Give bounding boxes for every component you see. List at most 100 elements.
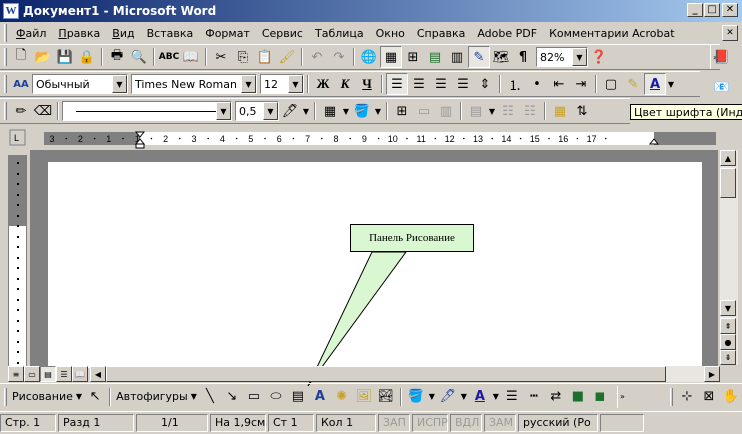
- new-document-icon[interactable]: 🗋: [10, 46, 32, 68]
- chevron-down-icon[interactable]: ▼: [491, 386, 501, 408]
- fill-color-icon[interactable]: 🪣: [405, 386, 427, 408]
- print-icon[interactable]: 🖶: [106, 46, 128, 68]
- oval-icon[interactable]: ⬭: [265, 386, 287, 408]
- horizontal-scroll-track[interactable]: [106, 366, 704, 382]
- redo-icon[interactable]: ↷: [328, 46, 350, 68]
- status-extend[interactable]: ВДЛ: [450, 413, 482, 432]
- copy-icon[interactable]: ⎘: [232, 46, 254, 68]
- align-center-icon[interactable]: ☰: [408, 73, 430, 95]
- menu-grip[interactable]: [4, 24, 7, 42]
- chevron-down-icon[interactable]: ▼: [241, 75, 256, 93]
- pdf-email-icon[interactable]: 📧: [711, 76, 733, 98]
- font-color-icon[interactable]: A: [469, 386, 491, 408]
- hand-tool-icon[interactable]: ✋: [720, 386, 742, 408]
- justify-icon[interactable]: ☰: [452, 73, 474, 95]
- document-map-icon[interactable]: 🗺: [490, 46, 512, 68]
- bold-button[interactable]: Ж: [312, 73, 334, 95]
- status-language[interactable]: русский (Ро: [518, 413, 598, 432]
- align-left-icon[interactable]: ☰: [386, 73, 408, 95]
- draw-table-icon[interactable]: ✏: [10, 100, 32, 122]
- align-right-icon[interactable]: ☰: [430, 73, 452, 95]
- insert-picture-icon[interactable]: 🏞: [375, 386, 397, 408]
- insert-frame-icon[interactable]: ⊹: [676, 386, 698, 408]
- web-layout-icon[interactable]: ▭: [24, 366, 40, 382]
- text-direction-icon[interactable]: ⇅: [571, 100, 593, 122]
- text-box-icon[interactable]: ▤: [287, 386, 309, 408]
- autoformat-icon[interactable]: ▦: [549, 100, 571, 122]
- menu-item[interactable]: Окно: [370, 27, 411, 40]
- toolbar-grip[interactable]: [4, 387, 7, 406]
- font-select[interactable]: Times New Roman ▼: [131, 74, 257, 94]
- draw-menu-button[interactable]: Рисование ▼: [10, 390, 84, 403]
- line-style-icon[interactable]: ☰: [501, 386, 523, 408]
- toolbar-grip[interactable]: [670, 387, 673, 406]
- toolbar-grip[interactable]: [4, 102, 7, 120]
- print-preview-icon[interactable]: 🔍: [128, 46, 150, 68]
- previous-page-icon[interactable]: ⇞: [720, 318, 736, 334]
- status-track-changes[interactable]: ИСПР: [412, 413, 448, 432]
- close-document-button[interactable]: ✕: [722, 25, 738, 41]
- zoom-select[interactable]: 82% ▼: [536, 47, 588, 67]
- delete-frame-icon[interactable]: ⊠: [698, 386, 720, 408]
- menu-item[interactable]: Комментарии Acrobat: [543, 27, 680, 40]
- bullets-icon[interactable]: •: [526, 73, 548, 95]
- shading-color-icon[interactable]: 🪣: [351, 100, 373, 122]
- arrow-style-icon[interactable]: ⇄: [545, 386, 567, 408]
- distribute-columns-icon[interactable]: ☷: [519, 100, 541, 122]
- styles-pane-icon[interactable]: AA: [10, 73, 32, 95]
- wordart-icon[interactable]: A: [309, 386, 331, 408]
- shadow-style-icon[interactable]: ■: [567, 386, 589, 408]
- cut-icon[interactable]: ✂: [210, 46, 232, 68]
- menu-item[interactable]: Справка: [411, 27, 471, 40]
- menu-item[interactable]: Вставка: [141, 27, 200, 40]
- left-indent-marker[interactable]: [135, 143, 145, 149]
- menu-item[interactable]: Формат: [199, 27, 256, 40]
- chevron-down-icon[interactable]: ▼: [373, 100, 383, 122]
- vertical-ruler[interactable]: [8, 155, 27, 368]
- chevron-down-icon[interactable]: ▼: [572, 48, 587, 66]
- show-hide-icon[interactable]: ¶: [512, 46, 534, 68]
- rectangle-icon[interactable]: ▭: [243, 386, 265, 408]
- minimize-button[interactable]: _: [687, 3, 703, 17]
- autoshapes-button[interactable]: Автофигуры ▼: [114, 390, 199, 403]
- reading-layout-icon[interactable]: 📖: [72, 366, 88, 382]
- style-select[interactable]: Обычный ▼: [32, 74, 128, 94]
- merge-cells-icon[interactable]: ▭: [413, 100, 435, 122]
- scroll-down-icon[interactable]: ▼: [720, 300, 736, 316]
- line-color-icon[interactable]: 🖊: [437, 386, 459, 408]
- browse-object-icon[interactable]: ●: [720, 334, 736, 350]
- diagram-icon[interactable]: ✺: [331, 386, 353, 408]
- maximize-button[interactable]: □: [704, 3, 720, 17]
- columns-icon[interactable]: ▥: [446, 46, 468, 68]
- format-painter-icon[interactable]: 🖌: [276, 46, 298, 68]
- spelling-icon[interactable]: ABC: [158, 46, 180, 68]
- chevron-down-icon[interactable]: ▼: [263, 102, 278, 120]
- normal-view-icon[interactable]: ≡: [8, 366, 24, 382]
- highlight-icon[interactable]: ✎: [622, 73, 644, 95]
- menu-item[interactable]: Adobe PDF: [471, 27, 543, 40]
- 3d-style-icon[interactable]: ◼: [589, 386, 611, 408]
- toolbar-grip[interactable]: [4, 48, 7, 66]
- open-folder-icon[interactable]: 📂: [32, 46, 54, 68]
- toolbar-grip[interactable]: [4, 75, 7, 93]
- horizontal-scroll-thumb[interactable]: [106, 366, 666, 382]
- font-size-select[interactable]: 12 ▼: [260, 74, 304, 94]
- font-color-dropdown-icon[interactable]: ▼: [666, 73, 676, 95]
- insert-excel-icon[interactable]: ▤: [424, 46, 446, 68]
- hyperlink-icon[interactable]: 🌐: [358, 46, 380, 68]
- chevron-down-icon[interactable]: ▼: [216, 102, 231, 120]
- chevron-down-icon[interactable]: ▼: [301, 100, 311, 122]
- menu-item[interactable]: Правка: [52, 27, 106, 40]
- status-overtype[interactable]: ЗАМ: [484, 413, 516, 432]
- underline-button[interactable]: Ч: [356, 73, 378, 95]
- font-color-icon[interactable]: A: [644, 73, 666, 95]
- menu-item[interactable]: Таблица: [309, 27, 370, 40]
- outline-view-icon[interactable]: ☰: [56, 366, 72, 382]
- convert-to-pdf-icon[interactable]: 📕: [711, 46, 733, 68]
- permission-icon[interactable]: 🔒: [76, 46, 98, 68]
- line-icon[interactable]: ╲: [199, 386, 221, 408]
- clip-art-icon[interactable]: 🖼: [353, 386, 375, 408]
- close-button[interactable]: ✕: [722, 3, 738, 17]
- border-color-icon[interactable]: 🖊: [279, 100, 301, 122]
- line-style-select[interactable]: ▼: [62, 101, 232, 121]
